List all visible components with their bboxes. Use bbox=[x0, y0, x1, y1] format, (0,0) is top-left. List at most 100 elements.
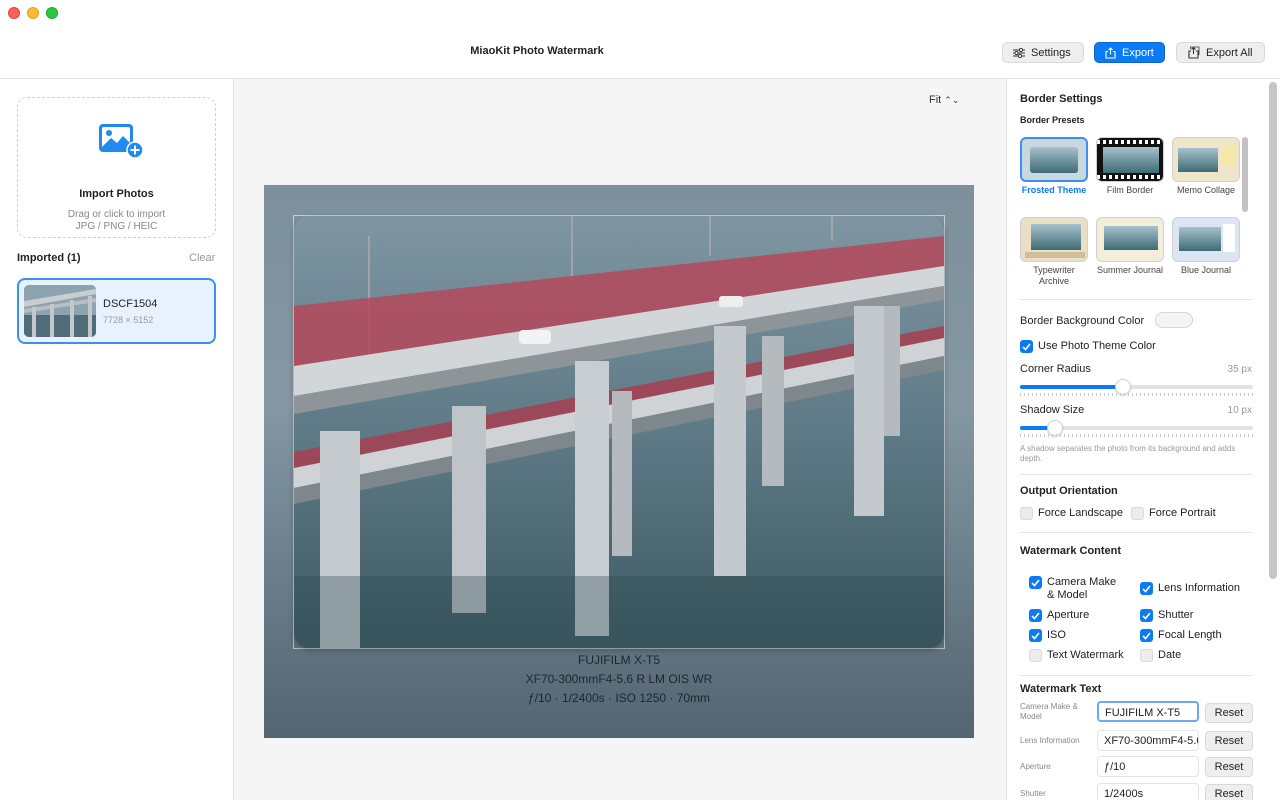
add-photo-icon bbox=[99, 124, 144, 158]
preset-thumbnail bbox=[1096, 137, 1164, 182]
field-label: Camera Make & Model bbox=[1020, 702, 1078, 721]
date-checkbox[interactable]: Date bbox=[1140, 649, 1181, 662]
shadow-hint: A shadow separates the photo from its ba… bbox=[1020, 444, 1236, 463]
shutter-checkbox[interactable]: Shutter bbox=[1140, 609, 1193, 622]
photo-dimensions: 7728 × 5152 bbox=[103, 315, 154, 325]
presets-scrollbar[interactable] bbox=[1242, 137, 1248, 212]
preset-label: Blue Journal bbox=[1180, 265, 1232, 275]
minimize-window-button[interactable] bbox=[27, 7, 39, 19]
check-label: Shutter bbox=[1158, 609, 1194, 621]
preset-film-border[interactable]: Film Border bbox=[1096, 137, 1164, 196]
preset-thumbnail bbox=[1020, 217, 1088, 262]
divider bbox=[1020, 299, 1252, 300]
divider bbox=[1020, 474, 1252, 475]
corner-radius-label: Corner Radius bbox=[1020, 363, 1091, 375]
up-down-chevron-icon: ⌃⌄ bbox=[944, 95, 960, 105]
checkbox-checked-icon bbox=[1029, 629, 1042, 642]
checkbox-checked-icon bbox=[1029, 576, 1042, 589]
preset-label: Film Border bbox=[1106, 185, 1154, 195]
title-bar: MiaoKit Photo Watermark Settings Export … bbox=[0, 0, 1280, 79]
lens-information-checkbox[interactable]: Lens Information bbox=[1140, 582, 1240, 595]
preset-thumbnail bbox=[1172, 137, 1240, 182]
aperture-checkbox[interactable]: Aperture bbox=[1029, 609, 1089, 622]
panel-scrollbar[interactable] bbox=[1269, 82, 1277, 579]
watermark-text-title: Watermark Text bbox=[1020, 683, 1102, 695]
imported-count-label: Imported (1) bbox=[17, 252, 81, 264]
photo-thumbnail bbox=[24, 285, 96, 337]
checkbox-checked-icon bbox=[1140, 582, 1153, 595]
bg-color-swatch[interactable] bbox=[1155, 312, 1193, 328]
camera-make-model-input[interactable]: FUJIFILM X-T5 bbox=[1097, 701, 1199, 722]
import-hint-line1: Drag or click to import bbox=[67, 209, 166, 220]
shutter-input[interactable]: 1/2400s bbox=[1097, 783, 1199, 800]
watermark-content-title: Watermark Content bbox=[1020, 545, 1122, 557]
reset-aperture-button[interactable]: Reset bbox=[1205, 757, 1253, 777]
share-icon bbox=[1105, 46, 1116, 59]
photo-name: DSCF1504 bbox=[103, 298, 158, 310]
close-window-button[interactable] bbox=[8, 7, 20, 19]
preset-thumbnail bbox=[1020, 137, 1088, 182]
text-watermark-checkbox[interactable]: Text Watermark bbox=[1029, 649, 1124, 662]
shadow-size-value: 10 px bbox=[1227, 405, 1252, 416]
lens-information-input[interactable]: XF70-300mmF4-5.6 R LM OIS WR bbox=[1097, 730, 1199, 751]
field-label: Shutter bbox=[1020, 789, 1046, 798]
use-theme-color-checkbox[interactable]: Use Photo Theme Color bbox=[1020, 340, 1156, 353]
watermark-preview: FUJIFILM X-T5 XF70-300mmF4-5.6 R LM OIS … bbox=[264, 185, 974, 738]
reset-camera-button[interactable]: Reset bbox=[1205, 703, 1253, 723]
settings-button[interactable]: Settings bbox=[1002, 42, 1084, 63]
zoom-select[interactable]: Fit ⌃⌄ bbox=[929, 94, 959, 106]
sidebar: Import Photos Drag or click to import JP… bbox=[0, 79, 234, 800]
aperture-input[interactable]: ƒ/10 bbox=[1097, 756, 1199, 777]
preset-label: Summer Journal bbox=[1096, 265, 1164, 275]
checkbox-checked-icon bbox=[1020, 340, 1033, 353]
check-label: Camera Make & Model bbox=[1047, 576, 1117, 601]
zoom-window-button[interactable] bbox=[46, 7, 58, 19]
focal-length-checkbox[interactable]: Focal Length bbox=[1140, 629, 1222, 642]
export-all-button[interactable]: Export All bbox=[1176, 42, 1265, 63]
slider-ticks bbox=[1020, 434, 1253, 437]
preset-thumbnail bbox=[1096, 217, 1164, 262]
force-landscape-checkbox[interactable]: Force Landscape bbox=[1020, 507, 1123, 520]
check-label: Aperture bbox=[1047, 609, 1090, 621]
checkbox-checked-icon bbox=[1140, 609, 1153, 622]
shadow-size-slider[interactable] bbox=[1020, 420, 1253, 436]
checkbox-checked-icon bbox=[1140, 629, 1153, 642]
reset-shutter-button[interactable]: Reset bbox=[1205, 784, 1253, 800]
check-label: ISO bbox=[1047, 629, 1066, 641]
export-button[interactable]: Export bbox=[1094, 42, 1165, 63]
sliders-icon bbox=[1013, 47, 1025, 58]
watermark-lens: XF70-300mmF4-5.6 R LM OIS WR bbox=[525, 672, 713, 686]
corner-radius-value: 35 px bbox=[1227, 364, 1252, 375]
check-label: Lens Information bbox=[1158, 582, 1240, 594]
preset-typewriter-archive[interactable]: Typewriter Archive bbox=[1020, 217, 1088, 287]
camera-make-model-checkbox[interactable]: Camera Make & Model bbox=[1029, 576, 1121, 602]
field-label: Aperture bbox=[1020, 762, 1051, 771]
corner-radius-slider[interactable] bbox=[1020, 379, 1253, 395]
divider bbox=[1020, 675, 1252, 676]
slider-fill bbox=[1020, 385, 1123, 389]
shadow-size-label: Shadow Size bbox=[1020, 404, 1085, 416]
import-dropzone[interactable]: Import Photos Drag or click to import JP… bbox=[17, 97, 216, 238]
app-title: MiaoKit Photo Watermark bbox=[470, 45, 604, 57]
reset-lens-button[interactable]: Reset bbox=[1205, 731, 1253, 751]
preset-memo-collage[interactable]: Memo Collage bbox=[1172, 137, 1240, 196]
preset-blue-journal[interactable]: Blue Journal bbox=[1172, 217, 1240, 276]
checkbox-unchecked-icon bbox=[1029, 649, 1042, 662]
bg-color-label: Border Background Color bbox=[1020, 315, 1145, 327]
preset-label: Memo Collage bbox=[1176, 185, 1236, 195]
clear-button[interactable]: Clear bbox=[189, 252, 215, 264]
preset-label: Frosted Theme bbox=[1021, 185, 1087, 195]
photo-list-item[interactable]: DSCF1504 7728 × 5152 bbox=[17, 278, 216, 344]
export-label: Export bbox=[1122, 46, 1154, 59]
checkbox-checked-icon bbox=[1029, 609, 1042, 622]
zoom-label: Fit bbox=[929, 94, 942, 106]
force-portrait-checkbox[interactable]: Force Portrait bbox=[1131, 507, 1216, 520]
import-title: Import Photos bbox=[79, 188, 154, 200]
preset-label: Typewriter Archive bbox=[1033, 265, 1075, 286]
iso-checkbox[interactable]: ISO bbox=[1029, 629, 1066, 642]
preset-summer-journal[interactable]: Summer Journal bbox=[1096, 217, 1164, 276]
check-label: Text Watermark bbox=[1047, 649, 1124, 661]
settings-label: Settings bbox=[1031, 46, 1071, 59]
checkbox-unchecked-icon bbox=[1020, 507, 1033, 520]
preset-frosted-theme[interactable]: Frosted Theme bbox=[1020, 137, 1088, 196]
